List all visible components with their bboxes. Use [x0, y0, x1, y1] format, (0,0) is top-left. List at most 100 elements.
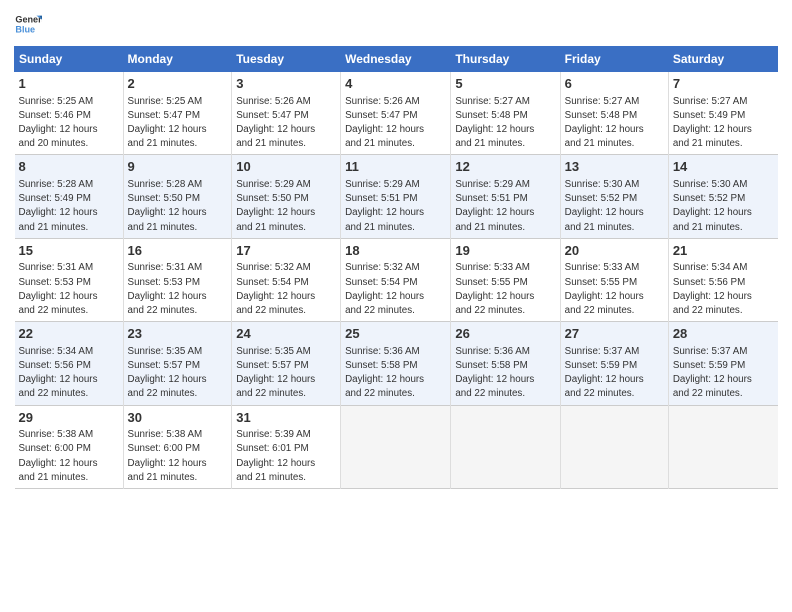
- day-number: 21: [673, 242, 774, 260]
- calendar-cell: 15 Sunrise: 5:31 AM Sunset: 5:53 PM Dayli…: [15, 238, 124, 321]
- day-number: 12: [455, 158, 555, 176]
- calendar-cell: [560, 405, 668, 488]
- day-number: 13: [565, 158, 664, 176]
- day-number: 25: [345, 325, 446, 343]
- day-info: Sunrise: 5:32 AM Sunset: 5:54 PM Dayligh…: [236, 262, 315, 316]
- day-info: Sunrise: 5:36 AM Sunset: 5:58 PM Dayligh…: [455, 346, 534, 400]
- day-number: 31: [236, 409, 336, 427]
- week-row-2: 8 Sunrise: 5:28 AM Sunset: 5:49 PM Daylig…: [15, 155, 778, 238]
- day-info: Sunrise: 5:33 AM Sunset: 5:55 PM Dayligh…: [565, 262, 644, 316]
- calendar-cell: 17 Sunrise: 5:32 AM Sunset: 5:54 PM Dayli…: [232, 238, 341, 321]
- calendar-cell: 11 Sunrise: 5:29 AM Sunset: 5:51 PM Dayli…: [341, 155, 451, 238]
- day-info: Sunrise: 5:37 AM Sunset: 5:59 PM Dayligh…: [565, 346, 644, 400]
- day-info: Sunrise: 5:27 AM Sunset: 5:48 PM Dayligh…: [565, 96, 644, 150]
- day-number: 30: [128, 409, 228, 427]
- week-row-1: 1 Sunrise: 5:25 AM Sunset: 5:46 PM Daylig…: [15, 72, 778, 155]
- calendar-cell: 20 Sunrise: 5:33 AM Sunset: 5:55 PM Dayli…: [560, 238, 668, 321]
- calendar-cell: 22 Sunrise: 5:34 AM Sunset: 5:56 PM Dayli…: [15, 322, 124, 405]
- day-info: Sunrise: 5:32 AM Sunset: 5:54 PM Dayligh…: [345, 262, 424, 316]
- day-number: 3: [236, 75, 336, 93]
- day-info: Sunrise: 5:29 AM Sunset: 5:51 PM Dayligh…: [345, 179, 424, 233]
- day-number: 14: [673, 158, 774, 176]
- day-number: 8: [19, 158, 119, 176]
- col-header-friday: Friday: [560, 47, 668, 72]
- calendar-cell: 13Sunrise: 5:30 AM Sunset: 5:52 PM Dayli…: [560, 155, 668, 238]
- col-header-sunday: Sunday: [15, 47, 124, 72]
- day-number: 17: [236, 242, 336, 260]
- day-number: 15: [19, 242, 119, 260]
- calendar-cell: 29 Sunrise: 5:38 AM Sunset: 6:00 PM Dayli…: [15, 405, 124, 488]
- calendar-cell: 24Sunrise: 5:35 AM Sunset: 5:57 PM Dayli…: [232, 322, 341, 405]
- calendar-table: SundayMondayTuesdayWednesdayThursdayFrid…: [14, 46, 778, 489]
- day-info: Sunrise: 5:31 AM Sunset: 5:53 PM Dayligh…: [128, 262, 207, 316]
- page-container: General Blue SundayMondayTuesdayWednesda…: [0, 0, 792, 499]
- calendar-cell: 7 Sunrise: 5:27 AM Sunset: 5:49 PM Daylig…: [668, 72, 777, 155]
- calendar-cell: 19Sunrise: 5:33 AM Sunset: 5:55 PM Dayli…: [451, 238, 560, 321]
- calendar-cell: 6 Sunrise: 5:27 AM Sunset: 5:48 PM Daylig…: [560, 72, 668, 155]
- day-info: Sunrise: 5:28 AM Sunset: 5:49 PM Dayligh…: [19, 179, 98, 233]
- calendar-cell: 27 Sunrise: 5:37 AM Sunset: 5:59 PM Dayli…: [560, 322, 668, 405]
- calendar-cell: 1 Sunrise: 5:25 AM Sunset: 5:46 PM Daylig…: [15, 72, 124, 155]
- day-number: 10: [236, 158, 336, 176]
- col-header-wednesday: Wednesday: [341, 47, 451, 72]
- calendar-cell: 2Sunrise: 5:25 AM Sunset: 5:47 PM Daylig…: [123, 72, 232, 155]
- day-info: Sunrise: 5:30 AM Sunset: 5:52 PM Dayligh…: [673, 179, 752, 233]
- calendar-cell: 18 Sunrise: 5:32 AM Sunset: 5:54 PM Dayli…: [341, 238, 451, 321]
- day-info: Sunrise: 5:25 AM Sunset: 5:46 PM Dayligh…: [19, 96, 98, 150]
- day-number: 1: [19, 75, 119, 93]
- day-number: 11: [345, 158, 446, 176]
- calendar-cell: 25 Sunrise: 5:36 AM Sunset: 5:58 PM Dayli…: [341, 322, 451, 405]
- calendar-cell: 31Sunrise: 5:39 AM Sunset: 6:01 PM Dayli…: [232, 405, 341, 488]
- day-number: 20: [565, 242, 664, 260]
- calendar-cell: 23 Sunrise: 5:35 AM Sunset: 5:57 PM Dayli…: [123, 322, 232, 405]
- calendar-cell: 21Sunrise: 5:34 AM Sunset: 5:56 PM Dayli…: [668, 238, 777, 321]
- day-number: 29: [19, 409, 119, 427]
- day-info: Sunrise: 5:26 AM Sunset: 5:47 PM Dayligh…: [345, 96, 424, 150]
- day-number: 9: [128, 158, 228, 176]
- day-number: 7: [673, 75, 774, 93]
- calendar-cell: 3 Sunrise: 5:26 AM Sunset: 5:47 PM Daylig…: [232, 72, 341, 155]
- calendar-cell: [668, 405, 777, 488]
- day-number: 23: [128, 325, 228, 343]
- day-info: Sunrise: 5:36 AM Sunset: 5:58 PM Dayligh…: [345, 346, 424, 400]
- day-number: 6: [565, 75, 664, 93]
- calendar-cell: 16 Sunrise: 5:31 AM Sunset: 5:53 PM Dayli…: [123, 238, 232, 321]
- calendar-cell: 10 Sunrise: 5:29 AM Sunset: 5:50 PM Dayli…: [232, 155, 341, 238]
- day-info: Sunrise: 5:29 AM Sunset: 5:50 PM Dayligh…: [236, 179, 315, 233]
- day-number: 2: [128, 75, 228, 93]
- logo: General Blue: [14, 10, 46, 38]
- day-info: Sunrise: 5:27 AM Sunset: 5:49 PM Dayligh…: [673, 96, 752, 150]
- day-info: Sunrise: 5:29 AM Sunset: 5:51 PM Dayligh…: [455, 179, 534, 233]
- day-number: 24: [236, 325, 336, 343]
- day-number: 16: [128, 242, 228, 260]
- week-row-5: 29 Sunrise: 5:38 AM Sunset: 6:00 PM Dayli…: [15, 405, 778, 488]
- header: General Blue: [14, 10, 778, 38]
- day-info: Sunrise: 5:35 AM Sunset: 5:57 PM Dayligh…: [128, 346, 207, 400]
- day-info: Sunrise: 5:31 AM Sunset: 5:53 PM Dayligh…: [19, 262, 98, 316]
- col-header-thursday: Thursday: [451, 47, 560, 72]
- col-header-monday: Monday: [123, 47, 232, 72]
- day-number: 22: [19, 325, 119, 343]
- day-info: Sunrise: 5:33 AM Sunset: 5:55 PM Dayligh…: [455, 262, 534, 316]
- day-info: Sunrise: 5:27 AM Sunset: 5:48 PM Dayligh…: [455, 96, 534, 150]
- day-number: 18: [345, 242, 446, 260]
- logo-icon: General Blue: [14, 10, 42, 38]
- day-info: Sunrise: 5:34 AM Sunset: 5:56 PM Dayligh…: [19, 346, 98, 400]
- day-info: Sunrise: 5:37 AM Sunset: 5:59 PM Dayligh…: [673, 346, 752, 400]
- calendar-cell: [341, 405, 451, 488]
- day-info: Sunrise: 5:38 AM Sunset: 6:00 PM Dayligh…: [19, 429, 98, 483]
- calendar-cell: 14 Sunrise: 5:30 AM Sunset: 5:52 PM Dayli…: [668, 155, 777, 238]
- day-info: Sunrise: 5:26 AM Sunset: 5:47 PM Dayligh…: [236, 96, 315, 150]
- day-number: 27: [565, 325, 664, 343]
- week-row-3: 15 Sunrise: 5:31 AM Sunset: 5:53 PM Dayli…: [15, 238, 778, 321]
- col-header-tuesday: Tuesday: [232, 47, 341, 72]
- day-number: 28: [673, 325, 774, 343]
- calendar-cell: 26 Sunrise: 5:36 AM Sunset: 5:58 PM Dayli…: [451, 322, 560, 405]
- calendar-cell: [451, 405, 560, 488]
- day-number: 5: [455, 75, 555, 93]
- day-number: 26: [455, 325, 555, 343]
- day-number: 4: [345, 75, 446, 93]
- calendar-cell: 9Sunrise: 5:28 AM Sunset: 5:50 PM Daylig…: [123, 155, 232, 238]
- calendar-cell: 8 Sunrise: 5:28 AM Sunset: 5:49 PM Daylig…: [15, 155, 124, 238]
- calendar-cell: 28 Sunrise: 5:37 AM Sunset: 5:59 PM Dayli…: [668, 322, 777, 405]
